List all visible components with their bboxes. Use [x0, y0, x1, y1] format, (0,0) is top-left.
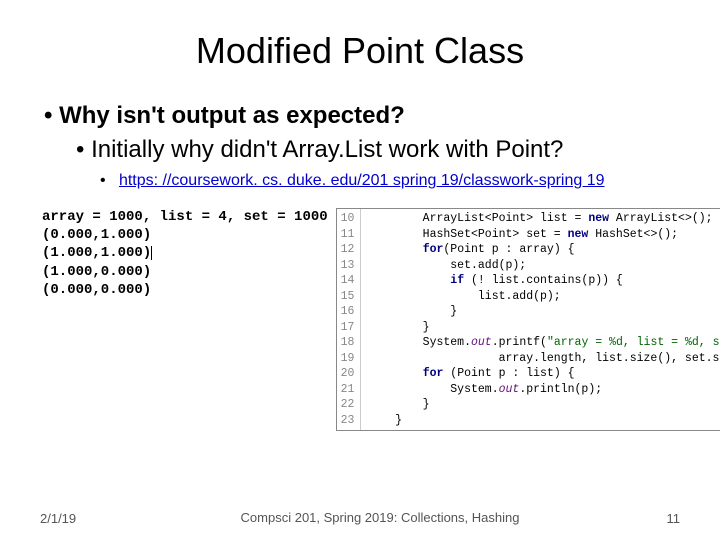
output-line: (1.000,0.000): [42, 264, 151, 280]
code-text: System.: [367, 383, 498, 396]
code-text: ArrayList<Point> list =: [367, 212, 588, 225]
code-text: (! list.contains(p)) {: [464, 274, 623, 287]
line-gutter: 10 11 12 13 14 15 16 17 18 19 20 21 22 2…: [337, 209, 362, 430]
footer-date: 2/1/19: [0, 511, 160, 526]
code-text: }: [367, 321, 429, 334]
code-text: [367, 243, 422, 256]
bullet-level-3: https: //coursework. cs. duke. edu/201 s…: [100, 172, 680, 190]
program-output: array = 1000, list = 4, set = 1000 (0.00…: [40, 208, 328, 431]
code-text: (Point p : list) {: [443, 367, 574, 380]
keyword: for: [423, 243, 444, 256]
slide-title: Modified Point Class: [40, 30, 680, 72]
bullet-level-1: Why isn't output as expected?: [44, 102, 680, 130]
code-text: }: [367, 414, 402, 427]
bullet-list: Why isn't output as expected? Initially …: [40, 102, 680, 190]
keyword: new: [568, 228, 589, 241]
code-text: }: [367, 398, 429, 411]
code-text: list.add(p);: [367, 290, 560, 303]
field: out: [499, 383, 520, 396]
slide: Modified Point Class Why isn't output as…: [0, 0, 720, 540]
field: out: [471, 336, 492, 349]
slide-footer: 2/1/19 Compsci 201, Spring 2019: Collect…: [0, 510, 720, 526]
code-text: [367, 367, 422, 380]
code-text: [367, 274, 450, 287]
code-editor: 10 11 12 13 14 15 16 17 18 19 20 21 22 2…: [336, 208, 720, 431]
output-line: (1.000,1.000): [42, 245, 151, 261]
code-text: (Point p : array) {: [443, 243, 574, 256]
code-text: .println(p);: [519, 383, 602, 396]
footer-course: Compsci 201, Spring 2019: Collections, H…: [160, 510, 600, 526]
code-text: set.add(p);: [367, 259, 526, 272]
content-row: array = 1000, list = 4, set = 1000 (0.00…: [40, 208, 680, 431]
coursework-link[interactable]: https: //coursework. cs. duke. edu/201 s…: [119, 172, 605, 189]
code-text: .printf(: [492, 336, 547, 349]
keyword: if: [450, 274, 464, 287]
code-text: HashSet<Point> set =: [367, 228, 567, 241]
code-body: ArrayList<Point> list = new ArrayList<>(…: [361, 209, 720, 430]
code-text: System.: [367, 336, 471, 349]
footer-page-number: 11: [600, 511, 720, 526]
bullet-level-2: Initially why didn't Array.List work wit…: [76, 136, 680, 164]
string: "array = %d, list = %d, set = %d\n": [547, 336, 720, 349]
code-text: HashSet<>();: [588, 228, 678, 241]
output-line: (0.000,0.000): [42, 282, 151, 298]
output-line: array = 1000, list = 4, set = 1000: [42, 209, 328, 225]
code-text: }: [367, 305, 457, 318]
keyword: for: [423, 367, 444, 380]
code-text: ArrayList<>();: [609, 212, 713, 225]
text-cursor-icon: [151, 246, 152, 260]
output-line: (0.000,1.000): [42, 227, 151, 243]
keyword: new: [588, 212, 609, 225]
code-text: array.length, list.size(), set.size());: [367, 352, 720, 365]
